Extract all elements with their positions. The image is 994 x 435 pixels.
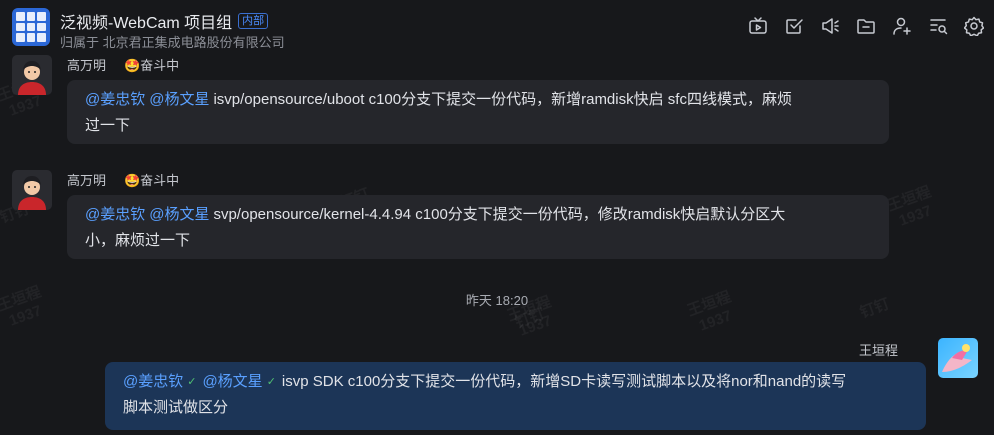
watermark: 王垣程1937 xyxy=(885,183,934,230)
read-check-icon: ✓ xyxy=(266,376,276,388)
mention[interactable]: @杨文星 xyxy=(149,91,209,108)
message-line: @姜忠钦 @杨文星 isvp/opensource/uboot c100分支下提交一… xyxy=(85,87,871,113)
message-bubble[interactable]: @姜忠钦 @杨文星 svp/opensource/kernel-4.4.94 c10… xyxy=(67,195,889,259)
add-member-icon[interactable] xyxy=(890,14,914,38)
sender-name[interactable]: 高万明 xyxy=(67,170,106,189)
message-text: svp/opensource/kernel-4.4.94 c100分支下提交一份… xyxy=(213,206,786,223)
avatar[interactable] xyxy=(12,170,52,210)
mention[interactable]: @杨文星 xyxy=(149,206,209,223)
announce-icon[interactable] xyxy=(818,14,842,38)
mention[interactable]: @杨文星 xyxy=(202,373,262,390)
title-row: 泛视频-WebCam 项目组 内部 xyxy=(60,9,269,33)
mention[interactable]: @姜忠钦 xyxy=(85,91,145,108)
message-text: 过一下 xyxy=(85,117,131,134)
message-text: 脚本测试做区分 xyxy=(123,399,229,416)
folder-icon[interactable] xyxy=(854,14,878,38)
live-icon[interactable] xyxy=(746,14,770,38)
time-divider: 昨天 18:20 xyxy=(465,293,529,308)
mention[interactable]: @姜忠钦 xyxy=(123,373,183,390)
sender-status: 🤩奋斗中 xyxy=(124,173,180,188)
message-text: 小，麻烦过一下 xyxy=(85,232,191,249)
message-text: isvp SDK c100分支下提交一份代码，新增SD卡读写测试脚本以及将nor… xyxy=(281,373,847,390)
avatar[interactable] xyxy=(938,338,978,378)
toolbar xyxy=(746,14,986,38)
internal-badge: 内部 xyxy=(238,13,269,29)
message-text: isvp/opensource/uboot c100分支下提交一份代码，新增ra… xyxy=(213,91,792,108)
group-owner: 归属于 北京君正集成电路股份有限公司 xyxy=(60,35,285,50)
avatar[interactable] xyxy=(12,55,52,95)
message-bubble[interactable]: @姜忠钦 @杨文星 isvp/opensource/uboot c100分支下提交一… xyxy=(67,80,889,144)
message-line: @姜忠钦 ✓ @杨文星 ✓ isvp SDK c100分支下提交一份代码，新增SD卡读写… xyxy=(123,369,908,395)
group-title[interactable]: 泛视频-WebCam 项目组 xyxy=(60,9,232,33)
sender-status: 🤩奋斗中 xyxy=(124,58,180,73)
settings-icon[interactable] xyxy=(962,14,986,38)
watermark: 钉钉 xyxy=(512,305,547,332)
message-line: @姜忠钦 @杨文星 svp/opensource/kernel-4.4.94 c10… xyxy=(85,202,871,228)
group-avatar[interactable] xyxy=(12,8,50,46)
sender-name[interactable]: 王垣程 xyxy=(859,340,898,359)
my-message-bubble[interactable]: @姜忠钦 ✓ @杨文星 ✓ isvp SDK c100分支下提交一份代码，新增SD卡读写… xyxy=(105,362,926,430)
read-check-icon: ✓ xyxy=(187,376,197,388)
sender-name[interactable]: 高万明 xyxy=(67,55,106,74)
task-icon[interactable] xyxy=(782,14,806,38)
mention[interactable]: @姜忠钦 xyxy=(85,206,145,223)
search-chat-icon[interactable] xyxy=(926,14,950,38)
chat-header: 泛视频-WebCam 项目组 内部 归属于 北京君正集成电路股份有限公司 xyxy=(0,0,994,54)
